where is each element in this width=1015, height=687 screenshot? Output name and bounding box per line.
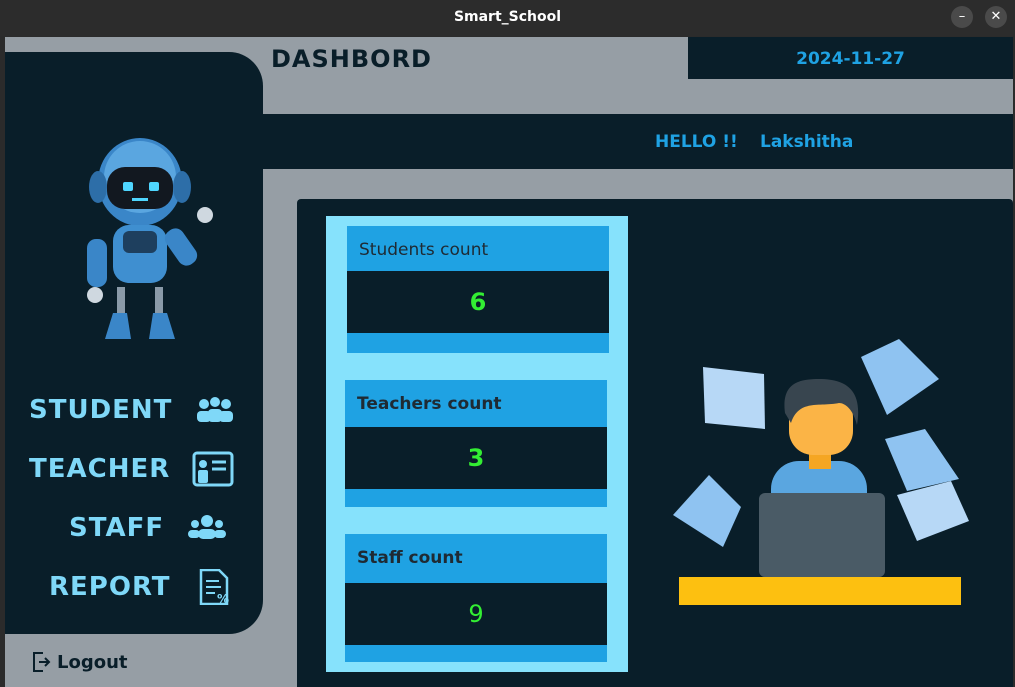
students-count-label: Students count	[359, 240, 489, 260]
report-document-icon: %	[199, 569, 229, 605]
logout-icon	[33, 652, 51, 672]
students-count-card: Students count 6	[347, 226, 609, 353]
teachers-count-card: Teachers count 3	[345, 380, 607, 507]
staff-count-label: Staff count	[357, 548, 463, 568]
teachers-count-label: Teachers count	[357, 394, 502, 414]
teacher-board-icon	[192, 451, 234, 487]
stats-panel: Students count 6 Teachers count 3 Staff …	[326, 216, 628, 672]
logout-label: Logout	[57, 651, 128, 673]
sidebar-item-label: STUDENT	[29, 395, 173, 425]
sidebar-item-student[interactable]: STUDENT	[29, 392, 236, 428]
teachers-count-value: 3	[345, 427, 607, 489]
app-window: DASHBORD 2024-11-27 HELLO !! Lakshitha S…	[5, 37, 1013, 687]
close-button[interactable]: ✕	[985, 6, 1007, 28]
window-title: Smart_School	[453, 9, 562, 25]
staff-count-value: 9	[345, 583, 607, 645]
sidebar-item-teacher[interactable]: TEACHER	[29, 451, 234, 487]
office-worker-illustration-icon	[673, 339, 969, 605]
robot-mascot-icon	[87, 138, 213, 339]
logout-button[interactable]: Logout	[31, 651, 128, 673]
greeting-text: HELLO !!	[655, 132, 738, 152]
main-panel: Students count 6 Teachers count 3 Staff …	[297, 199, 1013, 687]
title-bar: Smart_School – ✕	[0, 0, 1015, 36]
sidebar-item-staff[interactable]: STAFF	[69, 510, 228, 546]
sidebar-item-label: TEACHER	[29, 454, 171, 484]
date-panel: 2024-11-27	[688, 37, 1013, 79]
svg-text:%: %	[217, 592, 229, 605]
staff-count-card: Staff count 9	[345, 534, 607, 662]
current-date: 2024-11-27	[796, 49, 905, 69]
staff-group-icon	[188, 515, 227, 539]
user-name: Lakshitha	[760, 132, 854, 152]
page-title: DASHBORD	[271, 45, 432, 73]
minimize-button[interactable]: –	[951, 6, 973, 28]
sidebar-item-label: REPORT	[49, 572, 171, 602]
sidebar-item-label: STAFF	[69, 513, 165, 543]
students-group-icon	[197, 397, 234, 422]
greeting-bar: HELLO !! Lakshitha	[263, 114, 1013, 169]
sidebar: STUDENT TEACHER STAFF REPORT %	[5, 52, 263, 634]
sidebar-item-report[interactable]: REPORT %	[49, 569, 235, 605]
students-count-value: 6	[347, 271, 609, 333]
